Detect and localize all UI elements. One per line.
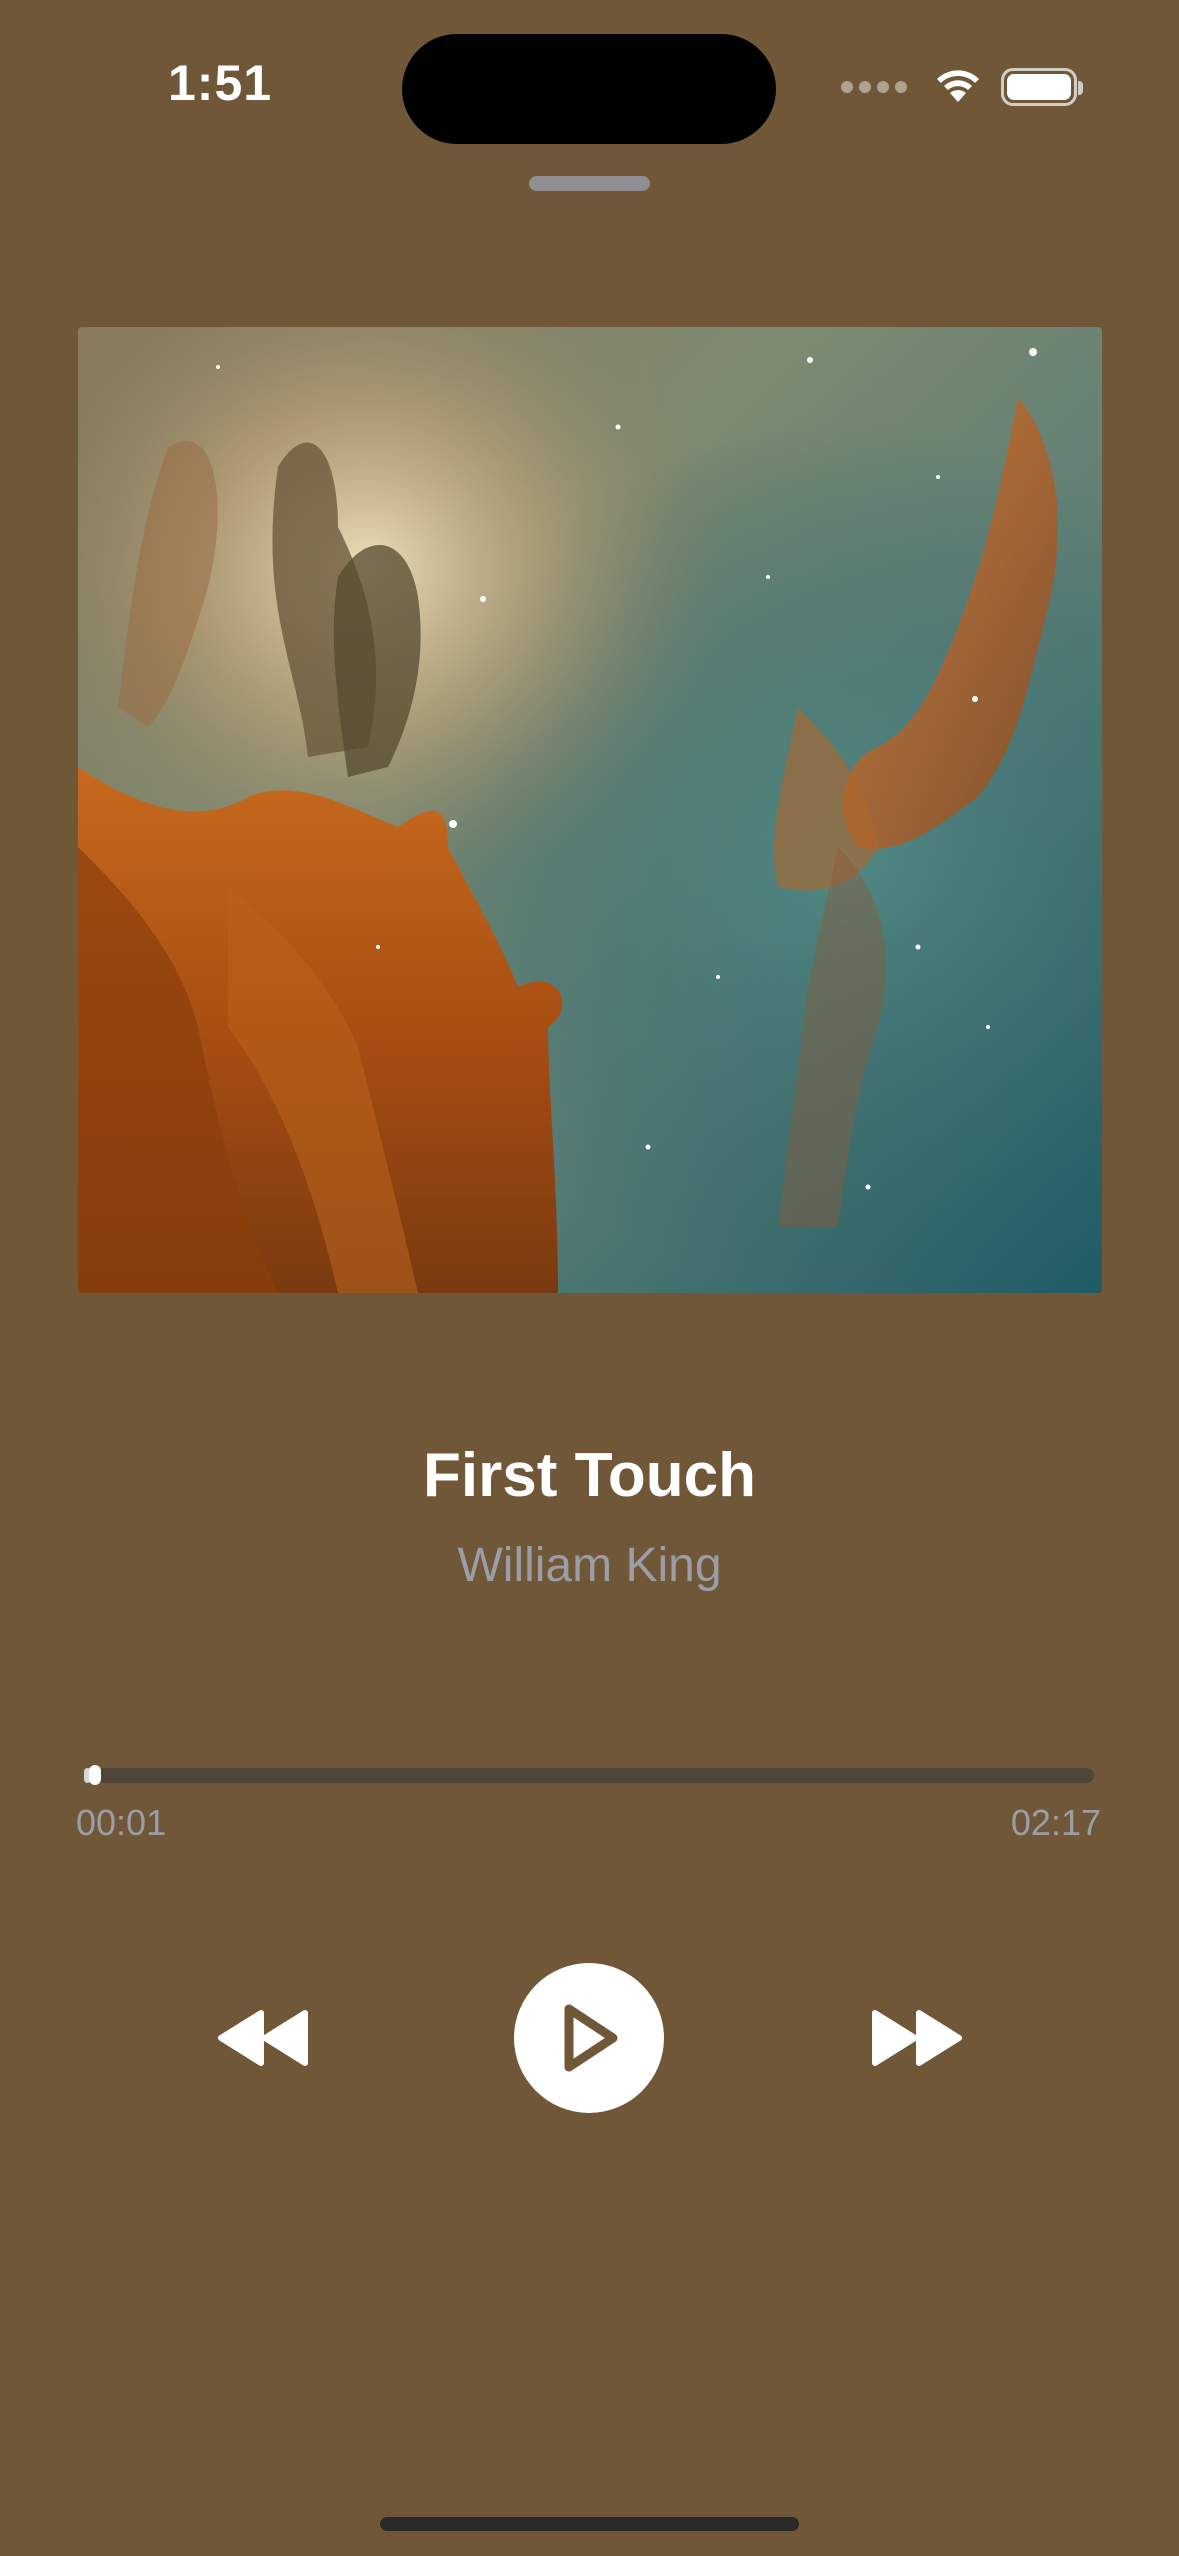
home-indicator[interactable] (380, 2517, 799, 2531)
total-time: 02:17 (1010, 1802, 1101, 1843)
status-time: 1:51 (168, 55, 273, 111)
album-artwork (78, 327, 1102, 1293)
track-artist[interactable]: William King (0, 1538, 1179, 1593)
nebula-artwork (78, 327, 1102, 1293)
cellular-signal-icon (841, 81, 907, 93)
rewind-button[interactable] (208, 2000, 318, 2076)
track-title: First Touch (423, 1441, 756, 1510)
elapsed-time: 00:01 (76, 1802, 167, 1843)
battery-icon (1001, 68, 1083, 106)
play-icon (564, 2004, 618, 2072)
now-playing-screen: 1:51 First Touch William King 00:01 02:1… (0, 0, 1179, 2556)
play-button[interactable] (514, 1963, 664, 2113)
progress-slider[interactable] (84, 1765, 1094, 1785)
fast-forward-icon (872, 2010, 962, 2066)
status-icons (841, 64, 1083, 110)
sheet-grabber[interactable] (529, 176, 650, 191)
dynamic-island (402, 34, 776, 144)
rewind-icon (218, 2010, 308, 2066)
fast-forward-button[interactable] (862, 2000, 972, 2076)
progress-knob[interactable] (89, 1765, 102, 1785)
wifi-icon (933, 65, 983, 110)
